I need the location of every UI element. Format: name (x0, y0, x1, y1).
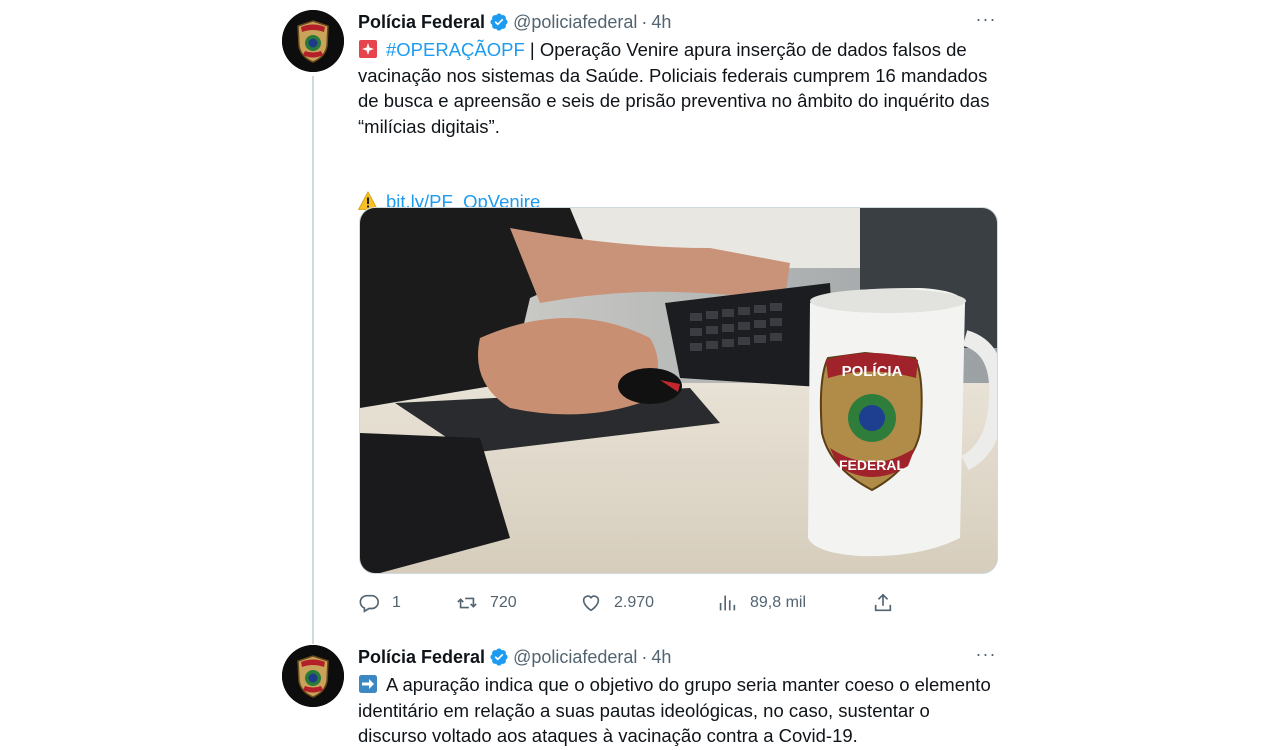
more-options-icon[interactable]: ··· (974, 10, 998, 34)
tweet-header: Polícia Federal @policiafederal · 4h (358, 10, 998, 34)
heart-icon (582, 595, 600, 612)
badge-text-top: POLÍCIA (842, 363, 903, 380)
retweet-icon (457, 597, 477, 609)
tweet-actions: 1 720 2.970 89,8 mil (358, 591, 918, 615)
reply-button[interactable]: 1 (358, 592, 401, 614)
thread-line (312, 76, 314, 644)
hashtag-link[interactable]: #OPERAÇÃOPF (386, 39, 525, 60)
share-button[interactable] (872, 592, 906, 614)
arrow-right-emoji (359, 675, 377, 693)
separator-dot: · (641, 12, 648, 32)
retweet-button[interactable]: 720 (456, 592, 517, 614)
author-handle[interactable]: @policiafederal (513, 10, 637, 34)
tweet-media-image[interactable]: POLÍCIA FEDERAL (359, 207, 998, 574)
reply-count: 1 (392, 594, 401, 611)
tweet-header: Polícia Federal @policiafederal · 4h (358, 645, 998, 669)
avatar[interactable] (282, 645, 344, 707)
views-count: 89,8 mil (750, 594, 807, 611)
like-count: 2.970 (614, 594, 655, 611)
badge-text-bottom: FEDERAL (839, 457, 906, 473)
siren-emoji (359, 40, 377, 58)
timestamp[interactable]: 4h (651, 10, 671, 34)
more-options-icon[interactable]: ··· (974, 645, 998, 669)
separator-dot: · (641, 647, 648, 667)
views-chart-icon (719, 595, 736, 611)
verified-badge-icon (490, 13, 508, 31)
author-name[interactable]: Polícia Federal (358, 645, 485, 669)
like-button[interactable]: 2.970 (580, 592, 654, 614)
views-button[interactable]: 89,8 mil (716, 592, 806, 614)
timestamp[interactable]: 4h (651, 645, 671, 669)
verified-badge-icon (490, 648, 508, 666)
reply-icon (359, 594, 379, 613)
share-icon (874, 593, 892, 612)
author-name[interactable]: Polícia Federal (358, 10, 485, 34)
tweet-text: #OPERAÇÃOPF | Operação Venire apura inse… (358, 37, 998, 215)
retweet-count: 720 (490, 594, 517, 611)
desk-photo: POLÍCIA FEDERAL (360, 208, 997, 573)
tweet-text: A apuração indica que o objetivo do grup… (358, 672, 998, 749)
avatar[interactable] (282, 10, 344, 72)
tweet-body: A apuração indica que o objetivo do grup… (358, 674, 991, 746)
author-handle[interactable]: @policiafederal (513, 645, 637, 669)
